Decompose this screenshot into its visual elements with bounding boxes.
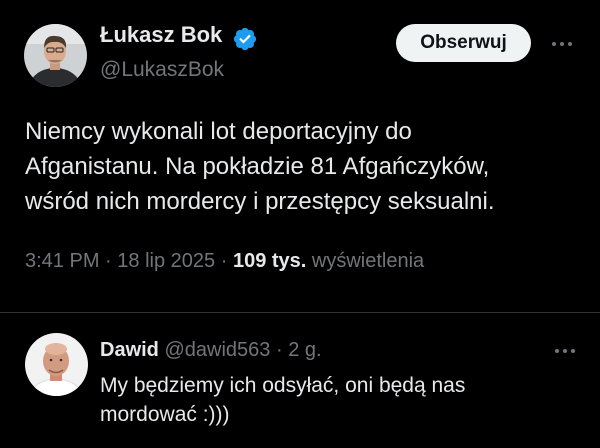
reply-text: My będziemy ich odsyłać, oni będą nas mo… [100,371,465,429]
reply-text-line: My będziemy ich odsyłać, oni będą nas [100,374,466,397]
views-label: wyświetlenia [311,250,425,272]
views-count: 109 tys. [232,250,307,272]
reply-text-line: mordować :))) [100,403,230,426]
tweet-date[interactable]: 18 lip 2025 [117,250,215,272]
tweet-card: Łukasz Bok @LukaszBok Obserwuj Niemcy wy… [0,0,600,448]
reply-author-handle[interactable]: @dawid563 [164,339,270,361]
author-name[interactable]: Łukasz Bok [100,22,222,48]
reply-author-name[interactable]: Dawid [100,339,159,361]
divider [0,312,600,313]
tweet-text: Niemcy wykonali lot deportacyjny do Afga… [25,114,585,219]
tweet-text-line: Niemcy wykonali lot deportacyjny do [25,118,412,145]
meta-separator: · [275,339,283,361]
tweet-time[interactable]: 3:41 PM [25,250,99,272]
author-handle[interactable]: @LukaszBok [100,58,224,82]
reply-header: Dawid @dawid563 · 2 g. [100,339,322,362]
verified-badge-icon [232,26,258,52]
reply-age[interactable]: 2 g. [288,339,321,361]
tweet-text-line: Afganistanu. Na pokładzie 81 Afgańczyków… [25,153,490,180]
follow-button[interactable]: Obserwuj [396,24,531,62]
more-options-icon[interactable] [545,34,579,54]
author-avatar[interactable] [24,24,87,87]
meta-separator: · [105,250,112,272]
tweet-meta: 3:41 PM · 18 lip 2025 · 109 tys. wyświet… [25,250,424,273]
reply-author-avatar[interactable] [25,333,88,396]
tweet-text-line: wśród nich mordercy i przestępcy seksual… [25,188,495,215]
meta-separator: · [220,250,228,272]
reply-more-options-icon[interactable] [548,341,582,361]
